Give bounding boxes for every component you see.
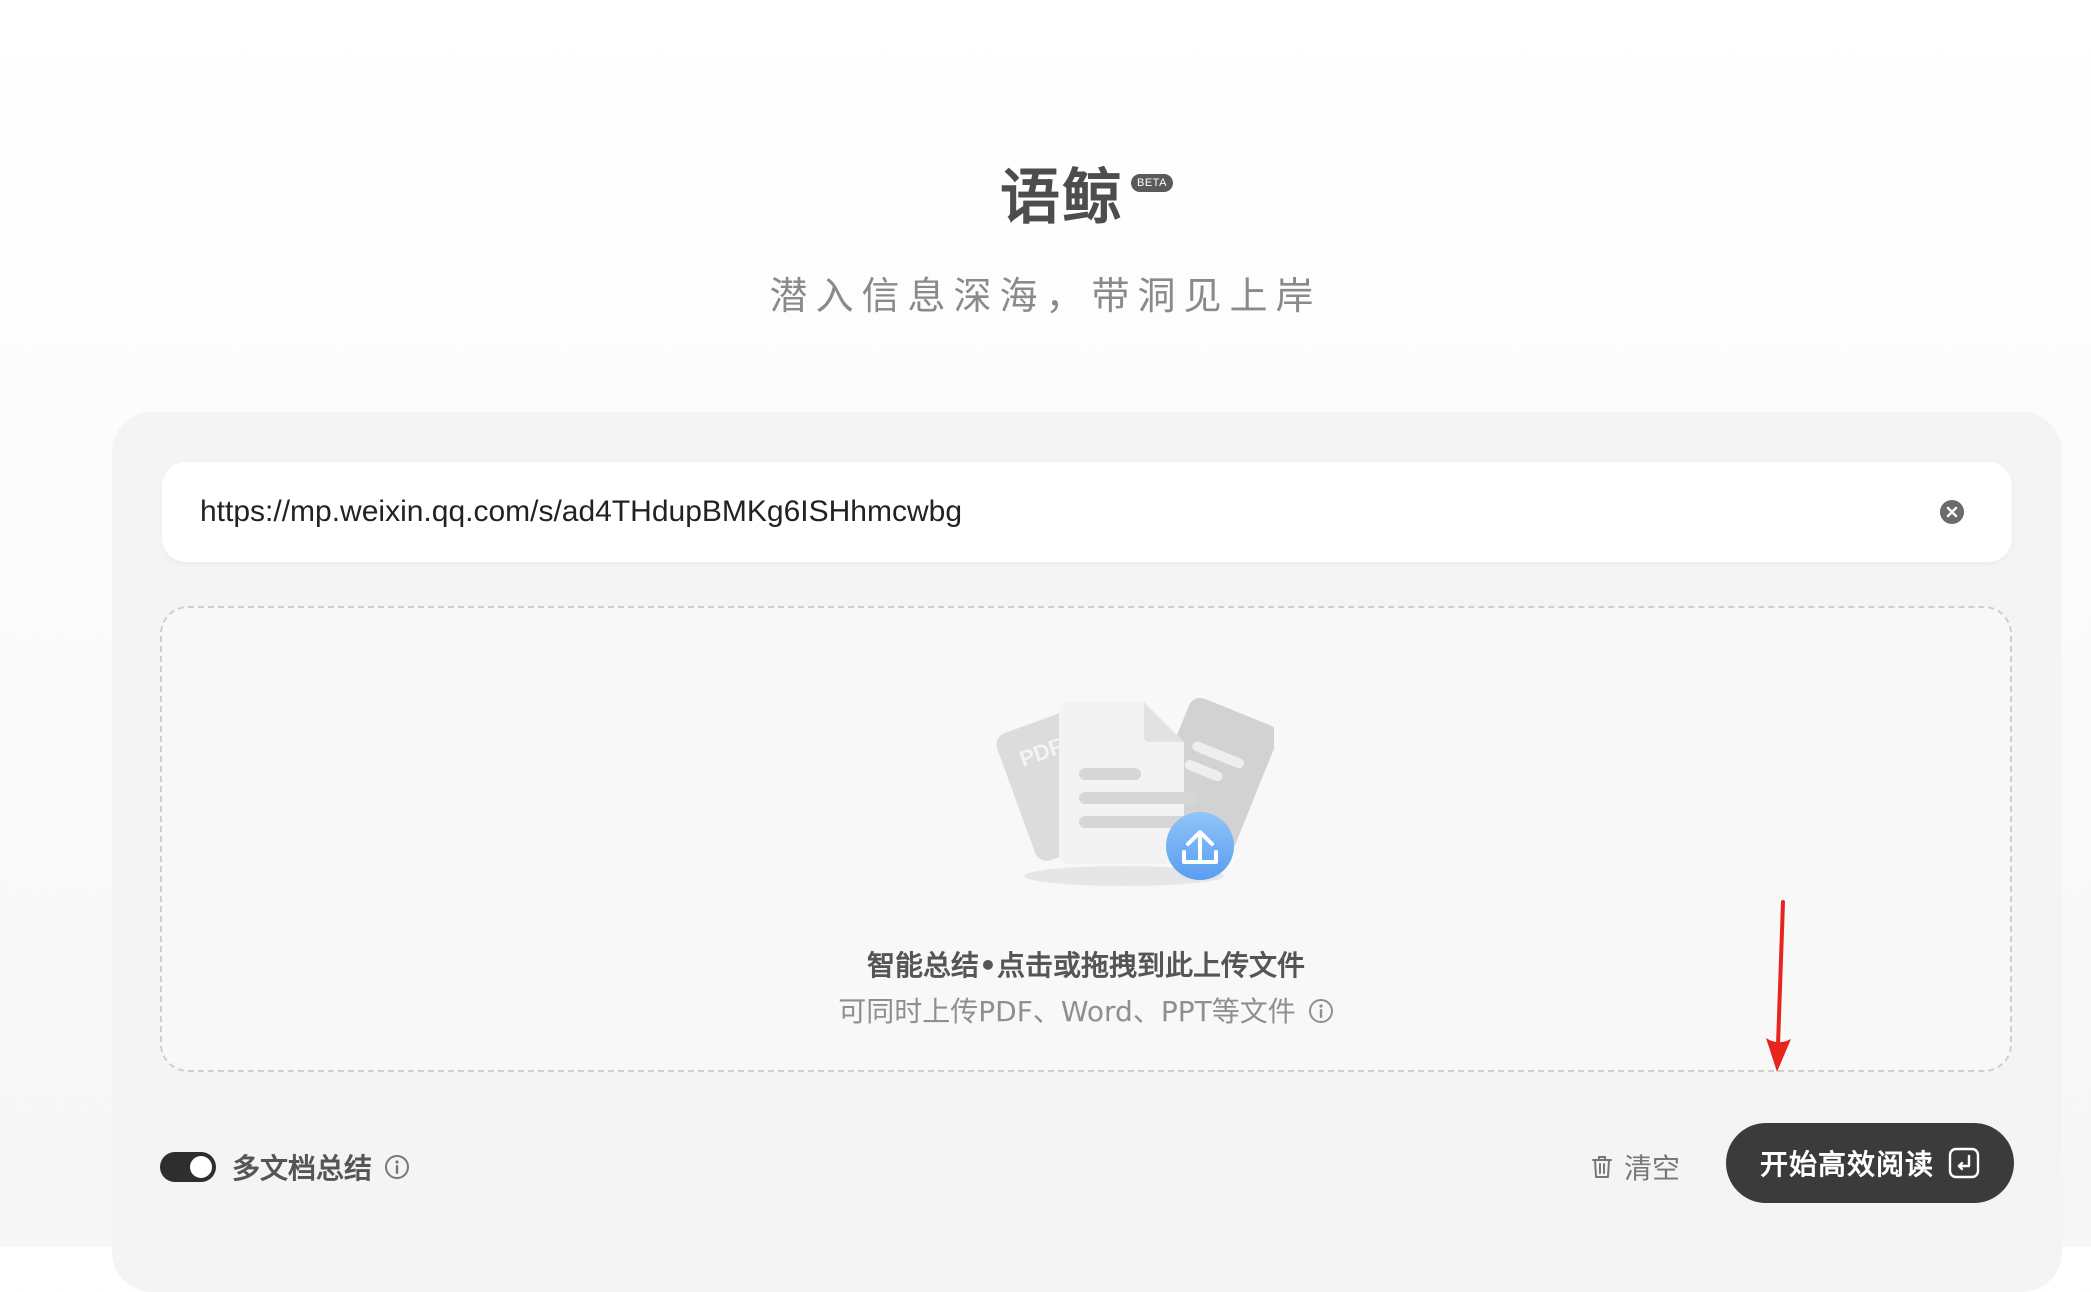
multi-doc-label: 多文档总结 [232,1152,373,1185]
upload-subtitle: 可同时上传PDF、Word、PPT等文件 [162,992,2010,1032]
enter-key-icon [1948,1147,1980,1179]
trash-icon [1592,1156,1612,1178]
brand-header: 语鲸 BETA [0,158,2091,238]
clear-button[interactable]: 清空 [1590,1142,1680,1192]
main-card: PDF 智能总结•点击或拖拽到此上传文件 可同时上传PDF、Word、PPT等文… [112,412,2062,1292]
clear-button-label: 清空 [1624,1152,1681,1185]
slogan: 潜入信息深海，带洞见上岸 [769,274,1322,318]
file-upload-illustration-icon: PDF [996,697,1274,886]
url-bar [162,462,2012,562]
upload-subtitle-text: 可同时上传PDF、Word、PPT等文件 [838,995,1296,1028]
multi-doc-toggle[interactable] [160,1152,216,1182]
upload-title: 智能总结•点击或拖拽到此上传文件 [867,949,1305,982]
start-button-label: 开始高效阅读 [1759,1148,1934,1181]
info-circle-icon[interactable] [1308,998,1334,1024]
multi-doc-toggle-group: 多文档总结 [160,1142,410,1192]
app-title: 语鲸 [1000,163,1124,233]
file-drop-zone[interactable]: PDF 智能总结•点击或拖拽到此上传文件 可同时上传PDF、Word、PPT等文… [160,606,2012,1072]
start-reading-button[interactable]: 开始高效阅读 [1726,1123,2014,1203]
clear-url-icon[interactable] [1940,500,1964,524]
info-circle-icon[interactable] [384,1154,410,1180]
annotation-arrow-icon [1766,900,1791,1072]
url-input[interactable] [200,482,1900,542]
beta-badge: BETA [1131,174,1173,192]
toggle-knob [190,1156,212,1178]
